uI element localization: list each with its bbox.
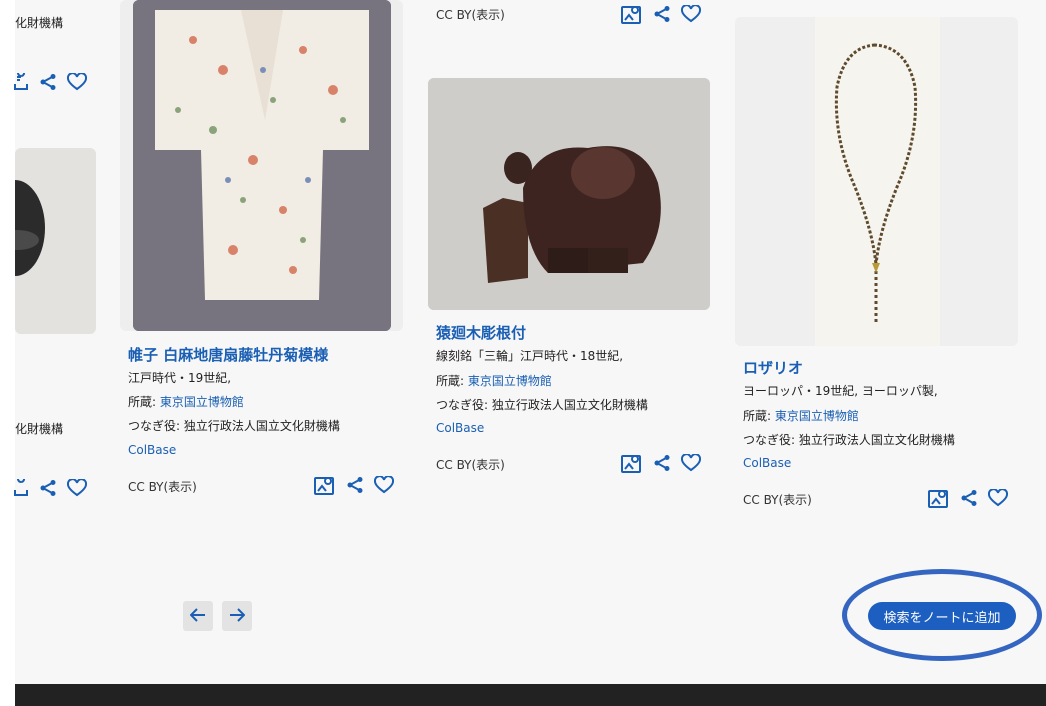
image-search-icon[interactable] [621, 453, 643, 473]
share-icon[interactable] [653, 5, 671, 23]
image-search-icon[interactable] [928, 488, 950, 508]
prev-page-button[interactable] [183, 601, 213, 631]
source-link[interactable]: ColBase [128, 443, 176, 457]
owner-label: 所蔵: [743, 409, 775, 423]
source-link[interactable]: ColBase [743, 456, 791, 470]
artwork-image[interactable] [15, 148, 96, 334]
mediator-text: つなぎ役: 独立行政法人国立文化財機構 [128, 419, 340, 433]
artwork-period: 江戸時代・19世紀, [128, 371, 232, 385]
owner-link[interactable]: 東京国立博物館 [775, 409, 859, 423]
image-search-icon[interactable] [13, 73, 29, 91]
arrow-left-icon [189, 607, 206, 626]
owner-link[interactable]: 東京国立博物館 [160, 395, 244, 409]
action-icons [314, 475, 394, 495]
highlight-ellipse [842, 569, 1042, 661]
action-icons [13, 479, 87, 497]
owner-label: 所蔵: [128, 395, 160, 409]
mediator-text: 化財機構 [15, 422, 64, 436]
share-icon[interactable] [39, 479, 57, 497]
image-search-icon[interactable] [314, 475, 336, 495]
artwork-image[interactable] [428, 78, 710, 310]
license-text: CC BY(表示) [436, 8, 505, 22]
image-search-icon[interactable] [13, 479, 29, 497]
action-icons [621, 4, 701, 24]
action-icons [928, 488, 1008, 508]
share-icon[interactable] [653, 454, 671, 472]
license-text: CC BY(表示) [436, 458, 505, 472]
artwork-title[interactable]: ロザリオ [743, 357, 803, 378]
artwork-title[interactable]: 猿廻木彫根付 [436, 322, 526, 343]
owner-line: 所蔵: 東京国立博物館 [436, 372, 552, 389]
artwork-period: 線刻銘「三輪」江戸時代・18世紀, [436, 349, 624, 363]
heart-icon[interactable] [988, 489, 1008, 507]
heart-icon[interactable] [67, 479, 87, 497]
image-search-icon[interactable] [621, 4, 643, 24]
share-icon[interactable] [39, 73, 57, 91]
license-text: CC BY(表示) [743, 493, 812, 507]
artwork-image[interactable] [735, 17, 1018, 346]
action-icons [621, 453, 701, 473]
owner-line: 所蔵: 東京国立博物館 [128, 393, 244, 410]
mediator-text: つなぎ役: 独立行政法人国立文化財機構 [743, 433, 955, 447]
action-icons [13, 73, 87, 91]
owner-line: 所蔵: 東京国立博物館 [743, 407, 859, 424]
heart-icon[interactable] [681, 454, 701, 472]
artwork-title[interactable]: 帷子 白麻地唐扇藤牡丹菊模様 [128, 344, 328, 365]
artwork-image[interactable] [133, 0, 391, 331]
footer-bar [15, 684, 1046, 706]
share-icon[interactable] [960, 489, 978, 507]
arrow-right-icon [229, 607, 246, 626]
heart-icon[interactable] [681, 5, 701, 23]
heart-icon[interactable] [374, 476, 394, 494]
artwork-period: ヨーロッパ・19世紀, ヨーロッパ製, [743, 384, 938, 398]
license-text: CC BY(表示) [128, 480, 197, 494]
heart-icon[interactable] [67, 73, 87, 91]
next-page-button[interactable] [222, 601, 252, 631]
mediator-text: つなぎ役: 独立行政法人国立文化財機構 [436, 398, 648, 412]
share-icon[interactable] [346, 476, 364, 494]
mediator-text: 化財機構 [15, 16, 64, 30]
owner-label: 所蔵: [436, 374, 468, 388]
source-link[interactable]: ColBase [436, 421, 484, 435]
owner-link[interactable]: 東京国立博物館 [468, 374, 552, 388]
